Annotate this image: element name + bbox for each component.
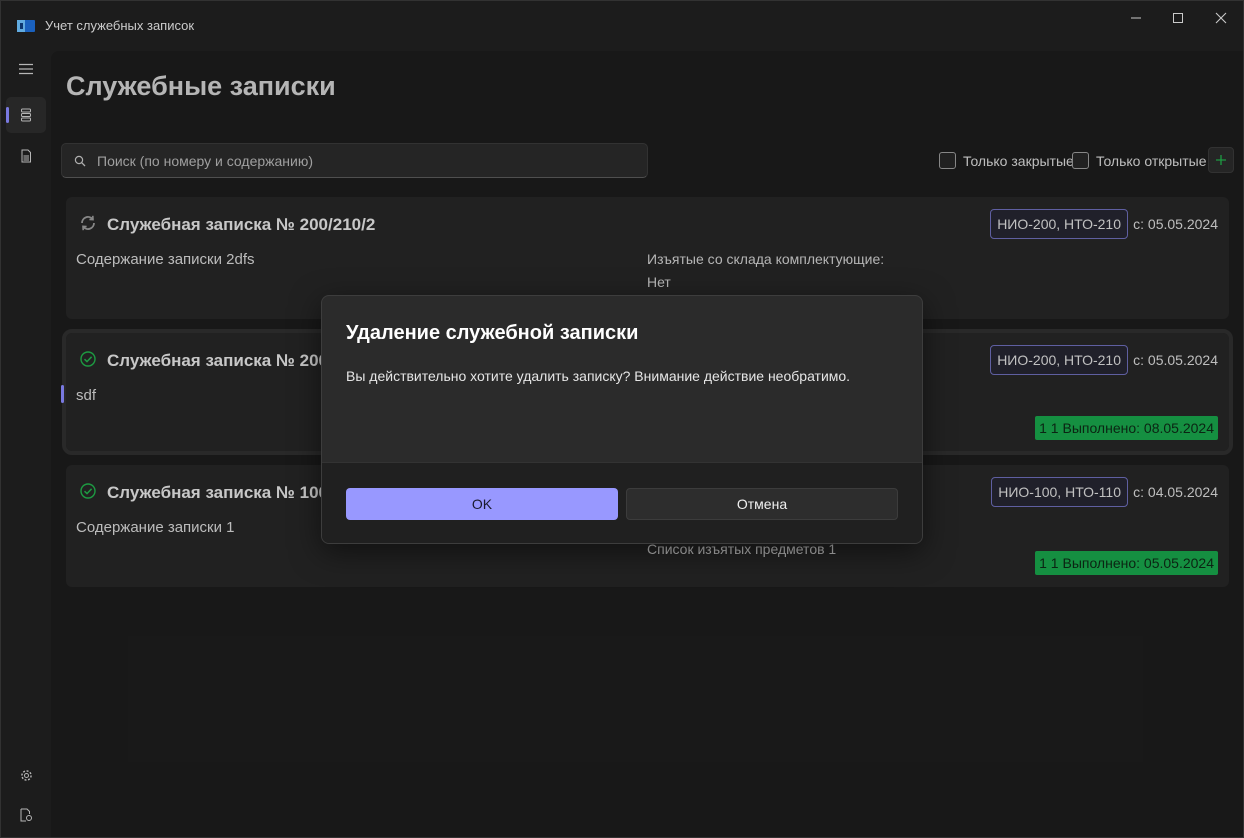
cancel-button[interactable]: Отмена [626, 488, 898, 520]
dialog-footer: OK Отмена [322, 462, 922, 543]
dialog-title: Удаление служебной записки [346, 322, 639, 344]
delete-confirmation-dialog: Удаление служебной записки Вы действител… [321, 295, 923, 544]
ok-button[interactable]: OK [346, 488, 618, 520]
dialog-message: Вы действительно хотите удалить записку?… [346, 368, 851, 384]
